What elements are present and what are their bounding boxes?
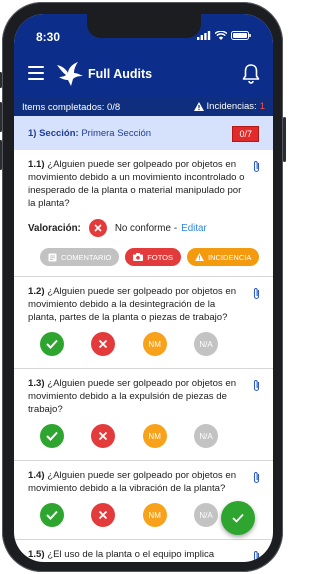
volume-up-button [0, 102, 2, 132]
question-item: 1.2) ¿Alguien puede ser golpeado por obj… [14, 277, 273, 369]
phone-screen: 8:30 Full Audits Items completados: 0/8 [14, 14, 273, 562]
close-icon [99, 431, 108, 441]
question-text: 1.3) ¿Alguien puede ser golpeado por obj… [28, 378, 237, 415]
phone-frame: 8:30 Full Audits Items completados: 0/8 [0, 2, 286, 572]
incidents-label: Incidencias: [206, 101, 257, 112]
section-progress-badge: 0/7 [232, 126, 259, 142]
section-header[interactable]: 1) Sección: Primera Sección 0/7 [14, 116, 273, 150]
submit-fab[interactable] [221, 501, 255, 535]
question-text: 1.2) ¿Alguien puede ser golpeado por obj… [28, 286, 237, 323]
section-title: 1) Sección: Primera Sección [28, 128, 151, 139]
wifi-icon [215, 31, 227, 40]
incidents-count: 1 [259, 101, 265, 112]
answer-options: NM N/A [28, 416, 224, 460]
paperclip-icon[interactable] [252, 471, 261, 484]
paperclip-icon[interactable] [252, 160, 261, 173]
check-icon [46, 431, 58, 441]
section-number: 1) Sección: [28, 128, 79, 139]
na-button[interactable]: N/A [193, 332, 218, 356]
na-button[interactable]: N/A [193, 424, 218, 448]
camera-icon [133, 253, 144, 261]
battery-icon [231, 31, 251, 40]
no-conforme-button[interactable] [91, 503, 116, 527]
items-completed-text: Items completados: 0/8 [22, 102, 121, 113]
app-bar: Full Audits [14, 52, 273, 98]
conforme-button[interactable] [40, 332, 64, 356]
section-name: Primera Sección [81, 128, 152, 139]
question-actions: COMENTARIO FOTOS INCIDENCIA [40, 248, 260, 266]
incidents-summary: Incidencias: 1 [193, 101, 265, 112]
question-text: 1.1) ¿Alguien puede ser golpeado por obj… [28, 159, 245, 209]
no-conforme-button[interactable] [91, 424, 116, 448]
question-item: 1.1) ¿Alguien puede ser golpeado por obj… [14, 150, 273, 277]
answer-options: NM N/A [28, 324, 224, 368]
close-icon [99, 339, 108, 349]
bird-logo-icon [57, 62, 83, 86]
na-button[interactable]: N/A [193, 503, 218, 527]
paperclip-icon[interactable] [252, 550, 261, 562]
check-icon [232, 513, 244, 523]
app-title: Full Audits [88, 67, 153, 81]
no-conforme-button[interactable] [91, 332, 116, 356]
bell-icon[interactable] [241, 63, 261, 85]
notch [87, 14, 201, 38]
answer-options: NM N/A [28, 495, 224, 539]
power-button [283, 117, 286, 162]
audit-summary-bar: Items completados: 0/8 Incidencias: 1 [14, 98, 273, 116]
signal-icon [197, 31, 211, 40]
question-item: 1.5) ¿El uso de la planta o el equipo im… [14, 540, 273, 562]
conforme-button[interactable] [40, 503, 64, 527]
question-text: 1.5) ¿El uso de la planta o el equipo im… [28, 549, 215, 560]
check-icon [46, 510, 58, 520]
question-text: 1.4) ¿Alguien puede ser golpeado por obj… [28, 470, 237, 494]
paperclip-icon[interactable] [252, 379, 261, 392]
valoracion-label: Valoración: [28, 222, 81, 234]
volume-down-button [0, 140, 2, 170]
questions-list: 1) Sección: Primera Sección 0/7 1.1) ¿Al… [14, 116, 273, 562]
menu-icon[interactable] [28, 66, 44, 80]
comment-icon [48, 253, 57, 261]
warning-icon [195, 253, 204, 261]
incident-button[interactable]: INCIDENCIA [186, 248, 260, 266]
mute-switch [0, 72, 2, 88]
valoracion-value: No conforme [114, 222, 171, 234]
status-time: 8:30 [36, 30, 61, 44]
question-item: 1.3) ¿Alguien puede ser golpeado por obj… [14, 369, 273, 461]
check-icon [46, 339, 58, 349]
close-icon [99, 510, 108, 520]
nm-button[interactable]: NM [142, 332, 167, 356]
status-icons [197, 31, 251, 40]
paperclip-icon[interactable] [252, 287, 261, 300]
nm-button[interactable]: NM [142, 503, 167, 527]
comment-button[interactable]: COMENTARIO [40, 248, 120, 266]
valoracion-row: Valoración: No conforme - Editar [28, 218, 245, 238]
nm-button[interactable]: NM [142, 424, 167, 448]
photos-button[interactable]: FOTOS [125, 248, 181, 266]
edit-link[interactable]: Editar [181, 223, 207, 234]
nonconform-icon [88, 219, 107, 237]
warning-icon [193, 102, 204, 111]
conforme-button[interactable] [40, 424, 64, 448]
